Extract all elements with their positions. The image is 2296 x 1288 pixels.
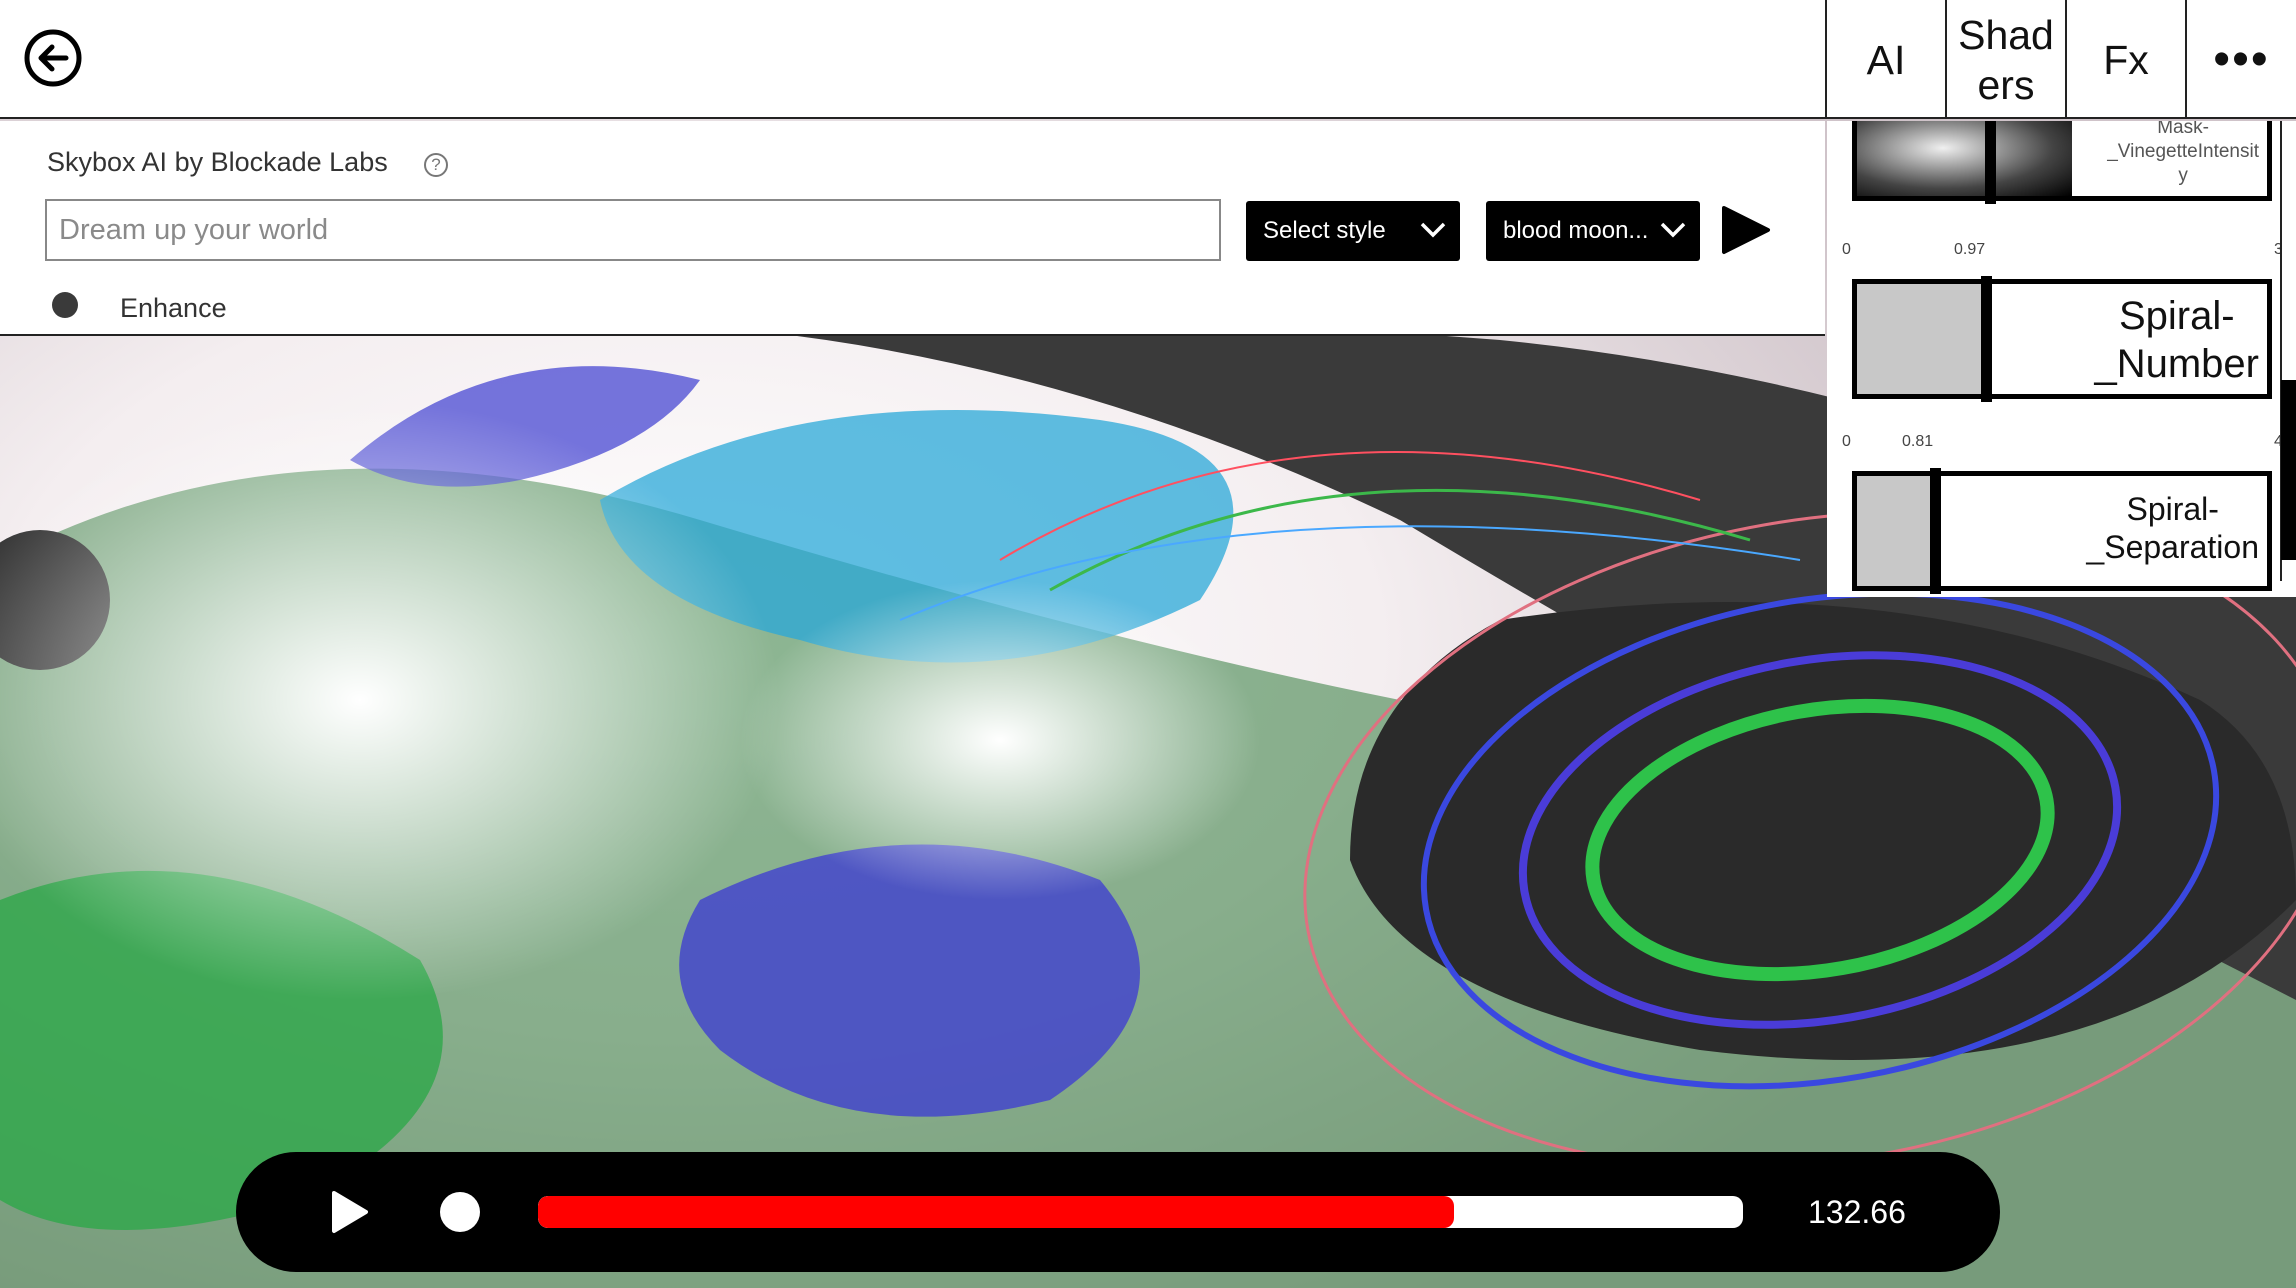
playback-bar: 132.66 [236, 1152, 2000, 1272]
panel-title: Skybox AI by Blockade Labs [47, 147, 388, 177]
params-scrollbar-thumb[interactable] [2281, 380, 2296, 560]
param-slider-spiral-number[interactable]: Spiral- _Number [1852, 276, 2272, 402]
style-dropdown[interactable]: Select style [1246, 201, 1460, 261]
timeline-track[interactable] [538, 1196, 1743, 1228]
range-value: 0.81 [1902, 433, 1934, 450]
style-dropdown-label: Select style [1263, 217, 1386, 244]
more-menu-icon[interactable]: ••• [2185, 0, 2296, 119]
prompt-input[interactable] [45, 199, 1221, 261]
range-min: 0 [1842, 433, 1851, 450]
timeline-progress [538, 1196, 1454, 1228]
time-readout: 132.66 [1808, 1194, 1906, 1230]
tab-shaders[interactable]: Shad ers [1945, 0, 2065, 119]
range-row: 0 0.81 4 [1842, 433, 2283, 453]
chevron-down-icon [1660, 222, 1686, 238]
chevron-down-icon [1420, 222, 1446, 238]
record-dot-icon[interactable] [440, 1192, 480, 1232]
param-label: Spiral- _Number [2094, 294, 2259, 386]
slider-thumb[interactable] [1930, 468, 1941, 594]
enhance-label: Enhance [120, 293, 227, 323]
mode-tabs: AI Shad ers Fx ••• [1825, 0, 2296, 119]
param-label: Mask- _VinegetteIntensit y [2107, 121, 2259, 186]
enhance-toggle[interactable] [52, 292, 78, 318]
skybox-ai-panel: Skybox AI by Blockade Labs ? Select styl… [0, 121, 1825, 336]
tab-fx[interactable]: Fx [2065, 0, 2185, 119]
param-slider-spiral-separation[interactable]: Spiral- _Separation [1852, 468, 2272, 594]
top-bar [0, 0, 1825, 119]
preset-dropdown[interactable]: blood moon... [1486, 201, 1700, 261]
shader-params-panel: Mask- _VinegetteIntensit y 0 0.97 3 Spir… [1827, 121, 2296, 597]
tab-ai[interactable]: AI [1825, 0, 1945, 119]
arrow-left-circle-icon[interactable] [22, 27, 84, 89]
param-slider-vignette-intensity[interactable]: Mask- _VinegetteIntensit y [1852, 121, 2272, 204]
question-circle-icon[interactable]: ? [424, 153, 448, 177]
range-min: 0 [1842, 241, 1851, 258]
slider-thumb[interactable] [1985, 121, 1996, 204]
range-value: 0.97 [1954, 241, 1986, 258]
range-row: 0 0.97 3 [1842, 241, 2283, 261]
param-label: Spiral- _Separation [2086, 491, 2259, 565]
preset-dropdown-label: blood moon... [1503, 217, 1649, 244]
play-icon[interactable] [330, 1190, 370, 1234]
play-triangle-icon[interactable] [1720, 204, 1772, 256]
slider-thumb[interactable] [1981, 276, 1992, 402]
